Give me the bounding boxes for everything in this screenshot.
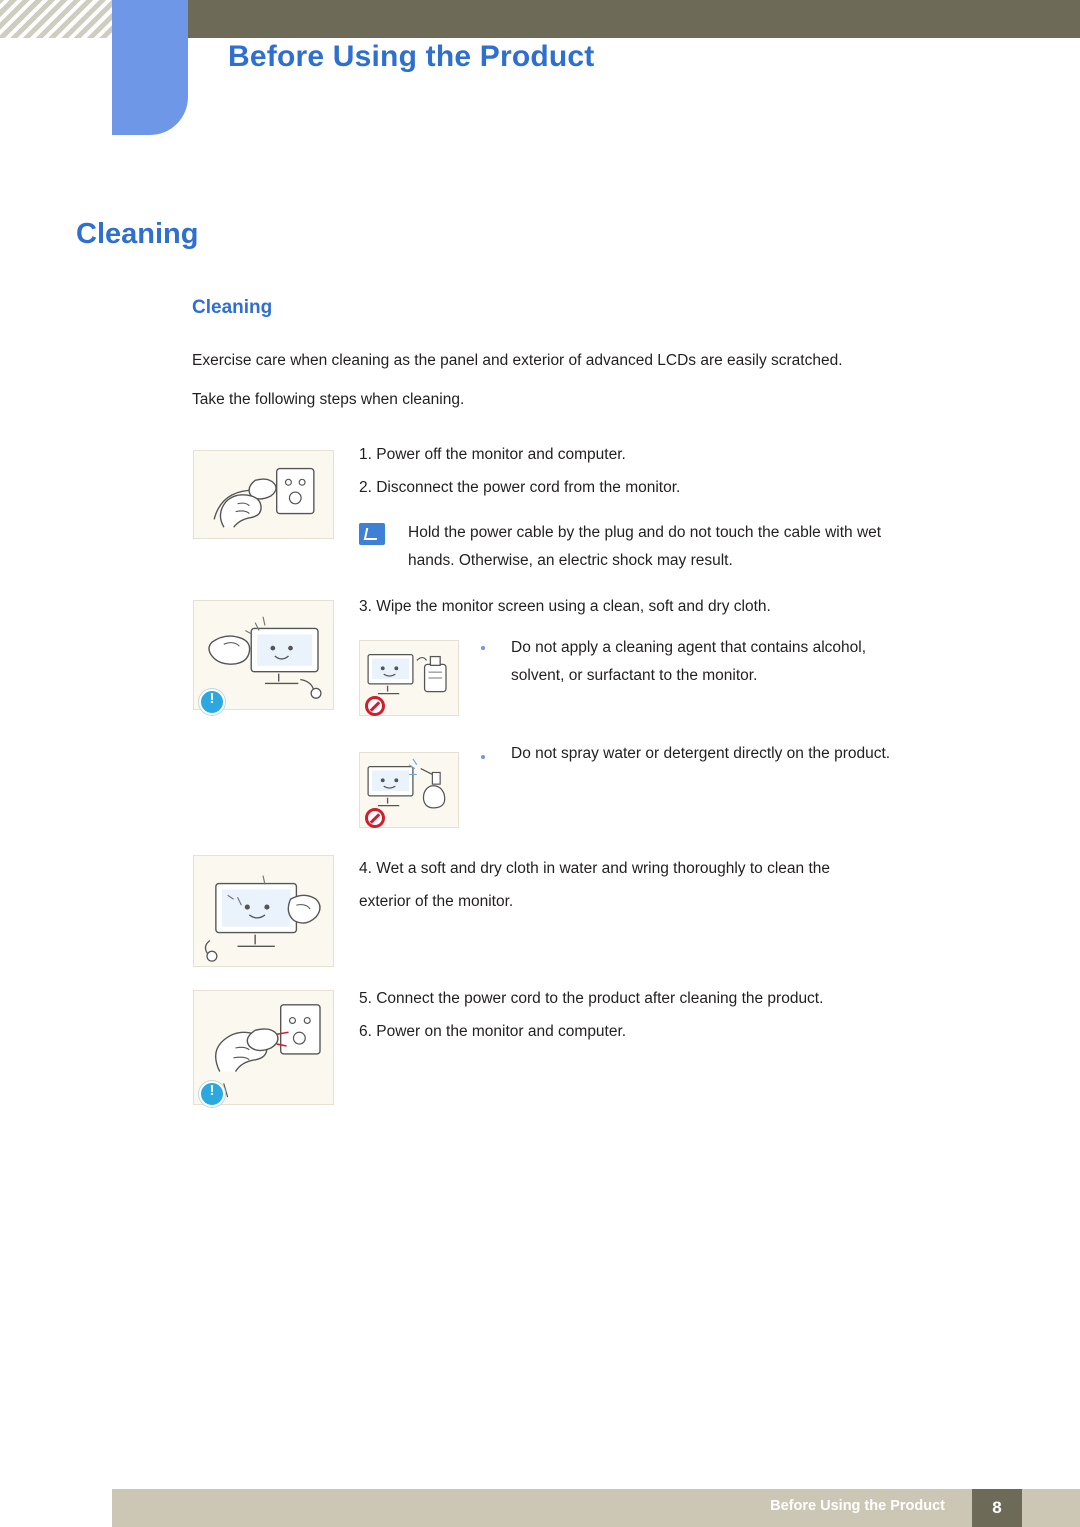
bullet-text-2: Do not spray water or detergent directly… bbox=[511, 745, 891, 762]
header-blue-tab-top bbox=[112, 0, 188, 38]
figure-wipe-exterior bbox=[193, 855, 334, 967]
footer-text: Before Using the Product bbox=[770, 1498, 945, 1514]
bullet-text-1: Do not apply a cleaning agent that conta… bbox=[511, 639, 867, 684]
note-text: Hold the power cable by the plug and do … bbox=[408, 524, 882, 569]
bullet-dot-2 bbox=[481, 755, 485, 759]
header-title: Before Using the Product bbox=[228, 40, 595, 73]
note-pencil-icon bbox=[359, 523, 385, 545]
page-title: Cleaning bbox=[76, 218, 199, 250]
warning-exclamation-icon-2 bbox=[199, 1081, 225, 1107]
prohibition-icon-cleaning-agent bbox=[365, 696, 385, 716]
bullet-dot-1 bbox=[481, 646, 485, 650]
intro-line-1: Exercise care when cleaning as the panel… bbox=[192, 352, 843, 369]
warning-exclamation-icon bbox=[199, 689, 225, 715]
step-2-text: 2. Disconnect the power cord from the mo… bbox=[359, 479, 681, 496]
intro-line-2: Take the following steps when cleaning. bbox=[192, 391, 465, 408]
step-3-text: 3. Wipe the monitor screen using a clean… bbox=[359, 598, 771, 615]
step-5-text: 5. Connect the power cord to the product… bbox=[359, 990, 824, 1007]
section-title: Cleaning bbox=[192, 297, 273, 318]
prohibition-icon-spray bbox=[365, 808, 385, 828]
step-6-text: 6. Power on the monitor and computer. bbox=[359, 1023, 627, 1040]
footer-page-number: 8 bbox=[992, 1498, 1002, 1517]
figure-unplug-power-cord bbox=[193, 450, 334, 539]
header-hatch-decoration bbox=[0, 0, 112, 38]
step-4-text: 4. Wet a soft and dry cloth in water and… bbox=[359, 860, 831, 910]
step-1-text: 1. Power off the monitor and computer. bbox=[359, 446, 626, 463]
